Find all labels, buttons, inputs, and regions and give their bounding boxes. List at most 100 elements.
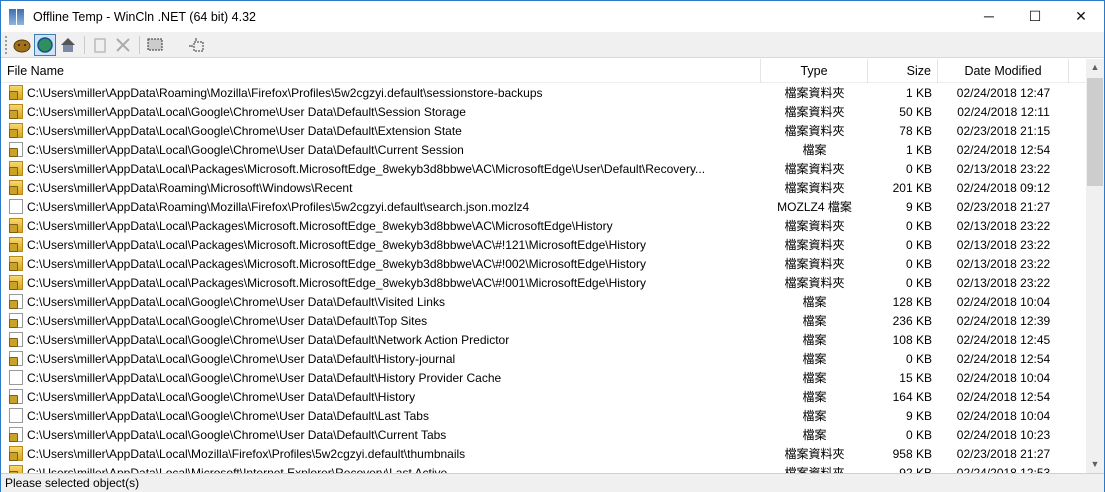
file-path: C:\Users\miller\AppData\Local\Google\Chr… — [27, 370, 502, 385]
table-row[interactable]: C:\Users\miller\AppData\Local\Google\Chr… — [1, 311, 1086, 330]
vertical-scrollbar[interactable]: ▲ ▼ — [1086, 59, 1104, 473]
date-cell: 02/24/2018 12:39 — [956, 313, 1051, 328]
size-cell: 92 KB — [899, 465, 932, 474]
table-row[interactable]: C:\Users\miller\AppData\Local\Mozilla\Fi… — [1, 444, 1086, 463]
cookies-button[interactable] — [11, 34, 33, 56]
folder-lock-icon — [9, 161, 23, 176]
size-cell: 15 KB — [899, 370, 932, 385]
table-row[interactable]: C:\Users\miller\AppData\Local\Packages\M… — [1, 235, 1086, 254]
type-cell: 檔案 — [802, 143, 827, 157]
offline-temp-button[interactable] — [34, 33, 56, 56]
type-cell: 檔案資料夾 — [784, 181, 845, 195]
size-cell: 236 KB — [892, 313, 932, 328]
table-row[interactable]: C:\Users\miller\AppData\Local\Google\Chr… — [1, 387, 1086, 406]
file-lock-icon — [9, 332, 23, 347]
table-row[interactable]: C:\Users\miller\AppData\Local\Google\Chr… — [1, 121, 1086, 140]
column-header-file-name[interactable]: File Name — [1, 58, 761, 83]
file-lock-icon — [9, 427, 23, 442]
table-row[interactable]: C:\Users\miller\AppData\Local\Google\Chr… — [1, 140, 1086, 159]
size-cell: 78 KB — [899, 123, 932, 138]
file-name-cell: C:\Users\miller\AppData\Local\Mozilla\Fi… — [1, 446, 761, 461]
size-cell: 9 KB — [905, 199, 932, 214]
file-name-cell: C:\Users\miller\AppData\Local\Google\Chr… — [1, 370, 761, 385]
column-header-type[interactable]: Type — [761, 58, 868, 83]
table-row[interactable]: C:\Users\miller\AppData\Local\Google\Chr… — [1, 102, 1086, 121]
select-all-icon — [147, 38, 163, 50]
toolbar-grip[interactable] — [5, 35, 8, 54]
table-row[interactable]: C:\Users\miller\AppData\Local\Google\Chr… — [1, 425, 1086, 444]
close-button[interactable]: ✕ — [1058, 1, 1104, 31]
file-path: C:\Users\miller\AppData\Local\Packages\M… — [27, 256, 646, 271]
list-header: File Name Type Size Date Modified — [1, 58, 1086, 83]
scroll-down-arrow[interactable]: ▼ — [1086, 456, 1104, 473]
file-icon — [9, 199, 23, 214]
file-path: C:\Users\miller\AppData\Local\Packages\M… — [27, 161, 706, 176]
folder-lock-icon — [9, 465, 23, 473]
deselect-button[interactable] — [185, 34, 207, 56]
table-row[interactable]: C:\Users\miller\AppData\Local\Google\Chr… — [1, 406, 1086, 425]
size-cell: 50 KB — [899, 104, 932, 119]
maximize-button[interactable]: ☐ — [1012, 1, 1058, 31]
file-lock-icon — [9, 313, 23, 328]
folder-lock-icon — [9, 446, 23, 461]
delete-button[interactable] — [112, 34, 134, 56]
file-name-cell: C:\Users\miller\AppData\Local\Google\Chr… — [1, 332, 761, 347]
file-path: C:\Users\miller\AppData\Local\Google\Chr… — [27, 294, 445, 309]
table-row[interactable]: C:\Users\miller\AppData\Local\Google\Chr… — [1, 349, 1086, 368]
date-cell: 02/13/2018 23:22 — [956, 161, 1051, 176]
recycle-bin-icon — [94, 37, 106, 53]
type-cell: 檔案資料夾 — [784, 105, 845, 119]
file-path: C:\Users\miller\AppData\Local\Packages\M… — [27, 218, 613, 233]
table-row[interactable]: C:\Users\miller\AppData\Roaming\Microsof… — [1, 178, 1086, 197]
file-icon — [9, 408, 23, 423]
file-name-cell: C:\Users\miller\AppData\Local\Google\Chr… — [1, 142, 761, 157]
file-name-cell: C:\Users\miller\AppData\Local\Google\Chr… — [1, 408, 761, 423]
date-cell: 02/24/2018 12:54 — [956, 351, 1051, 366]
size-cell: 0 KB — [905, 275, 932, 290]
size-cell: 128 KB — [892, 294, 932, 309]
file-name-cell: C:\Users\miller\AppData\Roaming\Mozilla\… — [1, 199, 761, 214]
file-path: C:\Users\miller\AppData\Local\Google\Chr… — [27, 142, 464, 157]
file-name-cell: C:\Users\miller\AppData\Local\Packages\M… — [1, 275, 761, 290]
folder-lock-icon — [9, 104, 23, 119]
date-cell: 02/13/2018 23:22 — [956, 237, 1051, 252]
recycle-button[interactable] — [89, 34, 111, 56]
table-row[interactable]: C:\Users\miller\AppData\Local\Google\Chr… — [1, 292, 1086, 311]
file-icon — [9, 370, 23, 385]
table-row[interactable]: C:\Users\miller\AppData\Local\Packages\M… — [1, 216, 1086, 235]
file-name-cell: C:\Users\miller\AppData\Local\Google\Chr… — [1, 313, 761, 328]
size-cell: 201 KB — [892, 180, 932, 195]
minimize-button[interactable]: ─ — [966, 1, 1012, 31]
file-path: C:\Users\miller\AppData\Local\Packages\M… — [27, 237, 646, 252]
file-path: C:\Users\miller\AppData\Local\Packages\M… — [27, 275, 646, 290]
table-row[interactable]: C:\Users\miller\AppData\Local\Packages\M… — [1, 273, 1086, 292]
type-cell: 檔案 — [802, 314, 827, 328]
type-cell: 檔案 — [802, 352, 827, 366]
file-name-cell: C:\Users\miller\AppData\Local\Packages\M… — [1, 161, 761, 176]
size-cell: 1 KB — [905, 85, 932, 100]
table-row[interactable]: C:\Users\miller\AppData\Local\Google\Chr… — [1, 330, 1086, 349]
table-row[interactable]: C:\Users\miller\AppData\Roaming\Mozilla\… — [1, 83, 1086, 102]
select-all-button[interactable] — [144, 34, 166, 56]
scroll-up-arrow[interactable]: ▲ — [1086, 59, 1104, 76]
type-cell: 檔案資料夾 — [784, 219, 845, 233]
type-cell: 檔案 — [802, 428, 827, 442]
table-row[interactable]: C:\Users\miller\AppData\Roaming\Mozilla\… — [1, 197, 1086, 216]
date-cell: 02/23/2018 21:15 — [956, 123, 1051, 138]
size-cell: 0 KB — [905, 427, 932, 442]
type-cell: 檔案資料夾 — [784, 86, 845, 100]
table-row[interactable]: C:\Users\miller\AppData\Local\Microsoft\… — [1, 463, 1086, 473]
size-cell: 0 KB — [905, 351, 932, 366]
date-cell: 02/24/2018 09:12 — [956, 180, 1051, 195]
size-cell: 0 KB — [905, 161, 932, 176]
size-cell: 0 KB — [905, 256, 932, 271]
scrollbar-thumb[interactable] — [1087, 78, 1103, 186]
table-row[interactable]: C:\Users\miller\AppData\Local\Packages\M… — [1, 254, 1086, 273]
folder-lock-icon — [9, 180, 23, 195]
table-row[interactable]: C:\Users\miller\AppData\Local\Packages\M… — [1, 159, 1086, 178]
column-header-size[interactable]: Size — [868, 58, 938, 83]
table-row[interactable]: C:\Users\miller\AppData\Local\Google\Chr… — [1, 368, 1086, 387]
home-button[interactable] — [57, 34, 79, 56]
column-header-date-modified[interactable]: Date Modified — [938, 58, 1069, 83]
deselect-icon — [189, 37, 204, 51]
